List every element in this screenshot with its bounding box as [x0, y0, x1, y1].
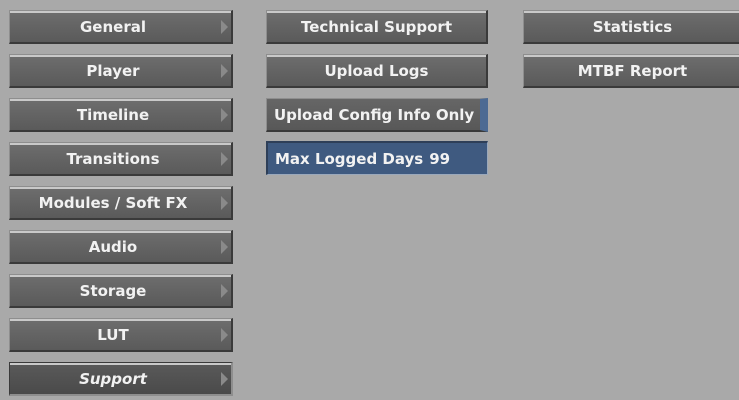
sidebar-item-modules-soft-fx[interactable]: Modules / Soft FX — [9, 186, 233, 220]
sidebar-item-general[interactable]: General — [9, 10, 233, 44]
mtbf-report-button[interactable]: MTBF Report — [523, 54, 739, 88]
chevron-right-icon — [221, 327, 228, 342]
chevron-right-icon — [221, 19, 228, 34]
sidebar-item-audio[interactable]: Audio — [9, 230, 233, 264]
sidebar-item-label: Transitions — [66, 149, 160, 168]
max-logged-days-field[interactable]: Max Logged Days 99 — [266, 141, 488, 175]
sidebar-item-label: Storage — [79, 281, 147, 300]
sidebar-item-player[interactable]: Player — [9, 54, 233, 88]
sidebar-item-label: Player — [86, 61, 140, 80]
upload-logs-button[interactable]: Upload Logs — [266, 54, 488, 88]
sidebar-item-label: LUT — [97, 325, 129, 344]
technical-support-button[interactable]: Technical Support — [266, 10, 488, 44]
chevron-right-icon — [221, 283, 228, 298]
chevron-right-icon — [221, 63, 228, 78]
max-logged-days-label: Max Logged Days — [275, 149, 424, 168]
chevron-right-icon — [221, 195, 228, 210]
sidebar-item-label: Modules / Soft FX — [38, 193, 188, 212]
upload-config-info-only-toggle[interactable]: Upload Config Info Only — [266, 98, 488, 132]
sidebar-item-label: Audio — [88, 237, 138, 256]
sidebar-item-timeline[interactable]: Timeline — [9, 98, 233, 132]
chevron-right-icon — [221, 107, 228, 122]
sidebar-item-label: Support — [79, 369, 147, 388]
max-logged-days-value: 99 — [429, 149, 451, 168]
statistics-button[interactable]: Statistics — [523, 10, 739, 44]
chevron-right-icon — [221, 151, 228, 166]
sidebar-item-label: Timeline — [76, 105, 150, 124]
sidebar-item-storage[interactable]: Storage — [9, 274, 233, 308]
sidebar-item-lut[interactable]: LUT — [9, 318, 233, 352]
sidebar-item-label: General — [80, 17, 146, 36]
sidebar-item-transitions[interactable]: Transitions — [9, 142, 233, 176]
chevron-right-icon — [221, 239, 228, 254]
sidebar-item-support[interactable]: Support — [9, 362, 233, 396]
upload-config-info-only-label: Upload Config Info Only — [274, 105, 475, 124]
chevron-right-icon — [221, 371, 228, 386]
